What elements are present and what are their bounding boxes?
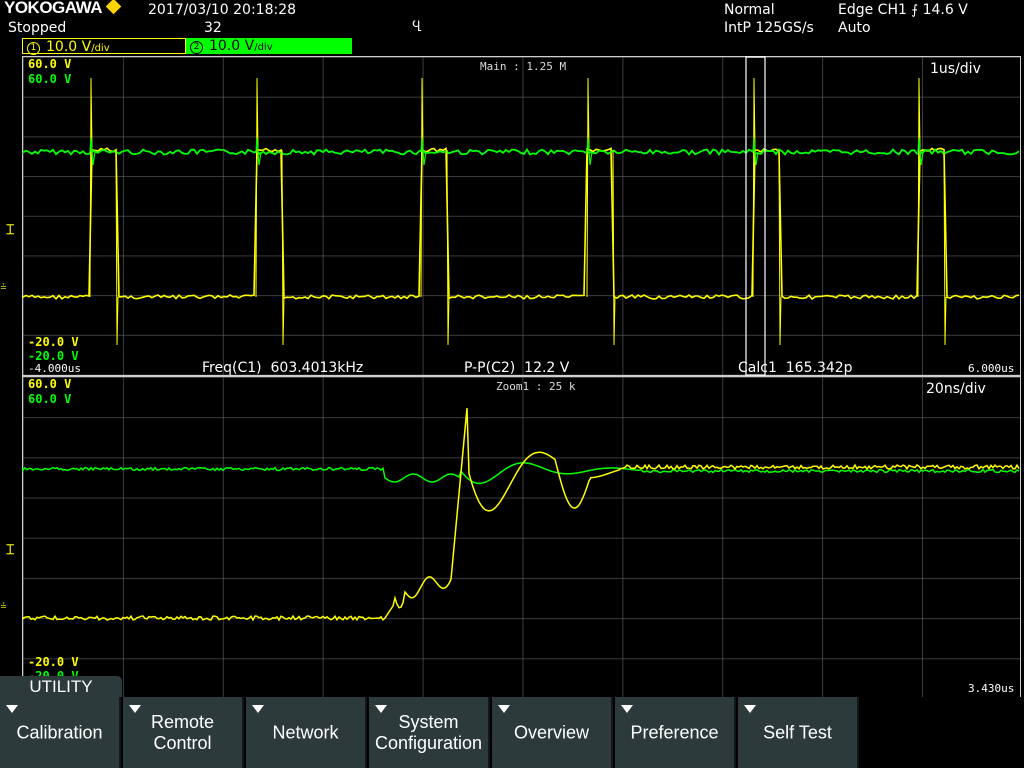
main-ch1-edge-rise [255, 77, 259, 298]
softkey-preference[interactable]: Preference [615, 697, 736, 768]
measurement-freq: Freq(C1) 603.4013kHz [202, 360, 363, 376]
softkey-system-configuration[interactable]: System Configuration [369, 697, 490, 768]
zoom-trigger-level-marker-icon: ⌶ [6, 542, 15, 558]
softkey-label: Remote Control [150, 711, 215, 753]
main-ch1-edge-rise [420, 77, 424, 298]
softkey-arrow-icon [252, 705, 264, 713]
zoom-timebase: 20ns/div [926, 381, 986, 397]
softkey-label: Preference [630, 722, 719, 742]
softkey-arrow-icon [498, 705, 510, 713]
zoom-ch1-ground-marker-icon: ≟ [0, 602, 7, 611]
main-ch2-top-level: 60.0 V [28, 72, 72, 86]
measurement-calc-name: Calc1 [738, 360, 777, 376]
zoom-ch1-bottom-level: -20.0 V [28, 655, 79, 669]
softkey-calibration[interactable]: Calibration [0, 697, 121, 768]
softkey-label: System Configuration [374, 711, 483, 753]
zoom-ch1-top-level: 60.0 V [28, 377, 72, 391]
softkey-label: Network [272, 722, 339, 742]
softkey-self-test[interactable]: Self Test [738, 697, 859, 768]
main-timebase: 1us/div [930, 61, 981, 77]
main-ch1-edge-fall [612, 149, 616, 346]
main-traces [22, 77, 1020, 346]
main-time-start: -4.000us [28, 362, 81, 375]
zoom-record-label: Zoom1 : 25 k [496, 380, 576, 393]
softkey-label: Calibration [16, 722, 103, 742]
softkey-bar: Calibration Remote Control Network Syste… [0, 697, 1024, 768]
zoom-time-end: 3.430us [968, 682, 1015, 695]
zoom-ch2-top-level: 60.0 V [28, 392, 72, 406]
main-ch1-edge-rise [586, 77, 590, 298]
main-trigger-level-marker-icon: ⌶ [6, 222, 15, 238]
zoom-ch1-trace [22, 408, 1020, 622]
main-ch1-trace [22, 147, 1020, 301]
softkey-arrow-icon [744, 705, 756, 713]
softkey-arrow-icon [621, 705, 633, 713]
zoom-region-box [745, 56, 766, 376]
measurement-calc-value: 165.342p [785, 360, 853, 376]
softkey-arrow-icon [6, 705, 18, 713]
menu-title-utility: UTILITY [0, 676, 122, 698]
measurement-freq-value: 603.4013kHz [270, 360, 364, 376]
main-ch2-trace [22, 147, 1020, 157]
main-ch1-top-level: 60.0 V [28, 57, 72, 71]
main-time-end: 6.000us [968, 362, 1015, 375]
main-ch1-bottom-level: -20.0 V [28, 335, 79, 349]
softkey-overview[interactable]: Overview [492, 697, 613, 768]
zoom-traces [22, 408, 1020, 622]
main-record-label: Main : 1.25 M [480, 60, 567, 73]
softkey-label: Self Test [763, 722, 832, 742]
measurement-calc: Calc1 165.342p [738, 360, 853, 376]
measurement-freq-name: Freq(C1) [202, 360, 262, 376]
softkey-remote-control[interactable]: Remote Control [123, 697, 244, 768]
softkey-network[interactable]: Network [246, 697, 367, 768]
softkey-label: Overview [513, 722, 589, 742]
measurement-pp-value: 12.2 V [524, 360, 570, 376]
main-ch1-ground-marker-icon: ≟ [0, 283, 7, 292]
measurement-pp: P-P(C2) 12.2 V [464, 360, 569, 376]
measurement-pp-name: P-P(C2) [464, 360, 516, 376]
